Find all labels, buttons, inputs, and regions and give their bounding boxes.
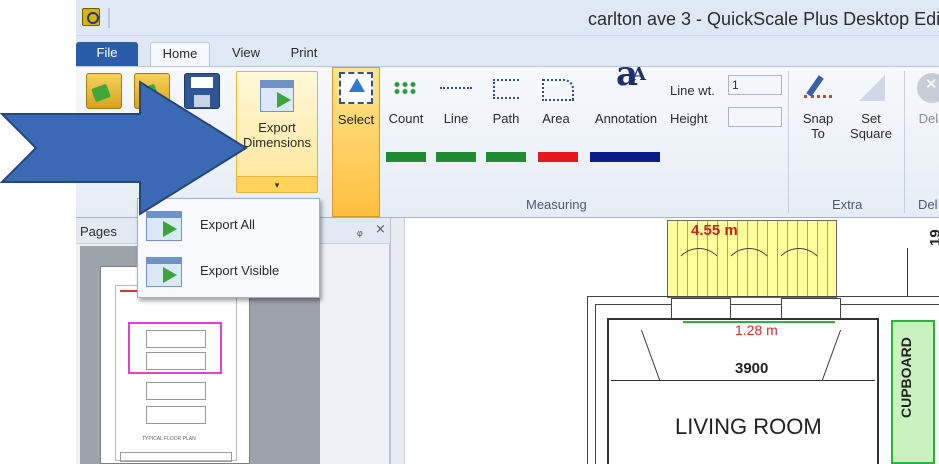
set-square-icon — [853, 73, 889, 103]
window-frame — [781, 298, 841, 320]
annotation-icon — [608, 67, 646, 103]
door-swing — [673, 248, 725, 300]
select-label: Select — [337, 112, 375, 127]
close-icon[interactable]: × — [375, 222, 386, 237]
path-icon — [488, 73, 524, 103]
quickscale-logo-icon[interactable] — [82, 8, 100, 26]
side-dimension-line — [907, 248, 908, 296]
count-color-swatch[interactable] — [386, 152, 426, 162]
left-margin — [0, 0, 76, 464]
pin-icon[interactable]: ᵩ — [357, 223, 363, 238]
drawing-canvas[interactable]: 4.55 m 1.28 m 3900 LIVING ROOM CUPBOARD … — [390, 218, 939, 464]
area-icon — [538, 73, 574, 103]
thumbnail-room — [146, 406, 206, 424]
line-color-swatch[interactable] — [436, 152, 476, 162]
export-dimensions-icon — [260, 80, 294, 112]
annotation-label: Annotation — [594, 111, 658, 126]
top-dimension-label: 4.55 m — [691, 222, 738, 239]
line-button[interactable]: Line — [436, 73, 476, 126]
door-swing — [773, 248, 825, 300]
canvas-ruler — [391, 218, 405, 464]
export-visible-icon — [146, 257, 182, 287]
measuring-group-label: Measuring — [526, 197, 587, 212]
line-icon — [438, 73, 474, 103]
tab-print[interactable]: Print — [284, 42, 324, 66]
dimension-line — [611, 380, 875, 381]
title-bar: carlton ave 3 - QuickScale Plus Desktop … — [76, 0, 939, 36]
title-separator — [108, 8, 110, 28]
window-title: carlton ave 3 - QuickScale Plus Desktop … — [588, 9, 939, 29]
square-label-line1: Set — [861, 111, 881, 126]
group-separator — [788, 71, 789, 213]
tab-home[interactable]: Home — [150, 42, 210, 66]
dimension-value: 3900 — [735, 360, 769, 377]
export-all-label: Export All — [200, 217, 255, 232]
tab-view[interactable]: View — [226, 42, 266, 66]
thumbnail-room — [146, 330, 206, 348]
delete-group-label: Del — [918, 197, 938, 212]
line-label: Line — [443, 111, 469, 126]
area-label: Area — [542, 111, 570, 126]
menu-item-export-visible[interactable]: Export Visible — [140, 251, 317, 291]
group-separator — [904, 71, 905, 213]
count-label: Count — [388, 111, 424, 126]
snap-label-line1: Snap — [802, 111, 834, 126]
path-label: Path — [492, 111, 520, 126]
measurement-value: 1.28 m — [735, 322, 778, 338]
annotation-color-swatch[interactable] — [590, 152, 660, 162]
select-button[interactable]: Select — [332, 67, 380, 217]
thumbnail-room — [146, 382, 206, 400]
door-swing — [723, 248, 775, 300]
app-window: carlton ave 3 - QuickScale Plus Desktop … — [0, 0, 939, 464]
thumbnail-title-block — [120, 452, 232, 462]
count-button[interactable]: Count — [384, 73, 428, 126]
snap-to-button[interactable]: Snap To — [798, 73, 838, 141]
callout-arrow-shape — [0, 80, 248, 216]
thumbnail-caption: TYPICAL FLOOR PLAN — [142, 436, 196, 442]
export-visible-label: Export Visible — [200, 263, 280, 278]
height-input[interactable] — [728, 107, 782, 127]
room-label: LIVING ROOM — [675, 414, 822, 439]
set-square-button[interactable]: Set Square — [846, 73, 896, 141]
snap-to-icon — [800, 73, 836, 103]
square-label-line2: Square — [850, 126, 892, 141]
count-dots-icon — [388, 73, 424, 103]
pages-panel-title: Pages — [80, 224, 117, 239]
path-color-swatch[interactable] — [486, 152, 526, 162]
thumbnail-room — [146, 352, 206, 370]
line-wt-label: Line wt. — [670, 83, 715, 98]
extra-group-label: Extra — [832, 197, 863, 212]
delete-icon — [917, 73, 939, 103]
line-wt-input[interactable]: 1 — [728, 75, 782, 95]
cupboard-label: CUPBOARD — [898, 337, 914, 418]
side-dimension-value: 19 — [927, 229, 939, 246]
area-button[interactable]: Area — [536, 73, 576, 126]
ribbon-tabs: File Home View Print — [76, 36, 939, 66]
thumbnail-floor-plan: TYPICAL FLOOR PLAN — [115, 285, 237, 462]
window-frame — [671, 298, 731, 320]
delete-label: Dele — [918, 111, 939, 126]
tab-file[interactable]: File — [76, 42, 138, 66]
path-button[interactable]: Path — [486, 73, 526, 126]
snap-label-line2: To — [811, 126, 825, 141]
annotation-button[interactable]: Annotation — [590, 67, 662, 126]
callout-arrow-icon — [0, 80, 248, 216]
height-label: Height — [670, 111, 708, 126]
select-cursor-icon — [339, 72, 373, 104]
area-color-swatch[interactable] — [538, 152, 578, 162]
delete-button[interactable]: Dele — [912, 73, 939, 126]
